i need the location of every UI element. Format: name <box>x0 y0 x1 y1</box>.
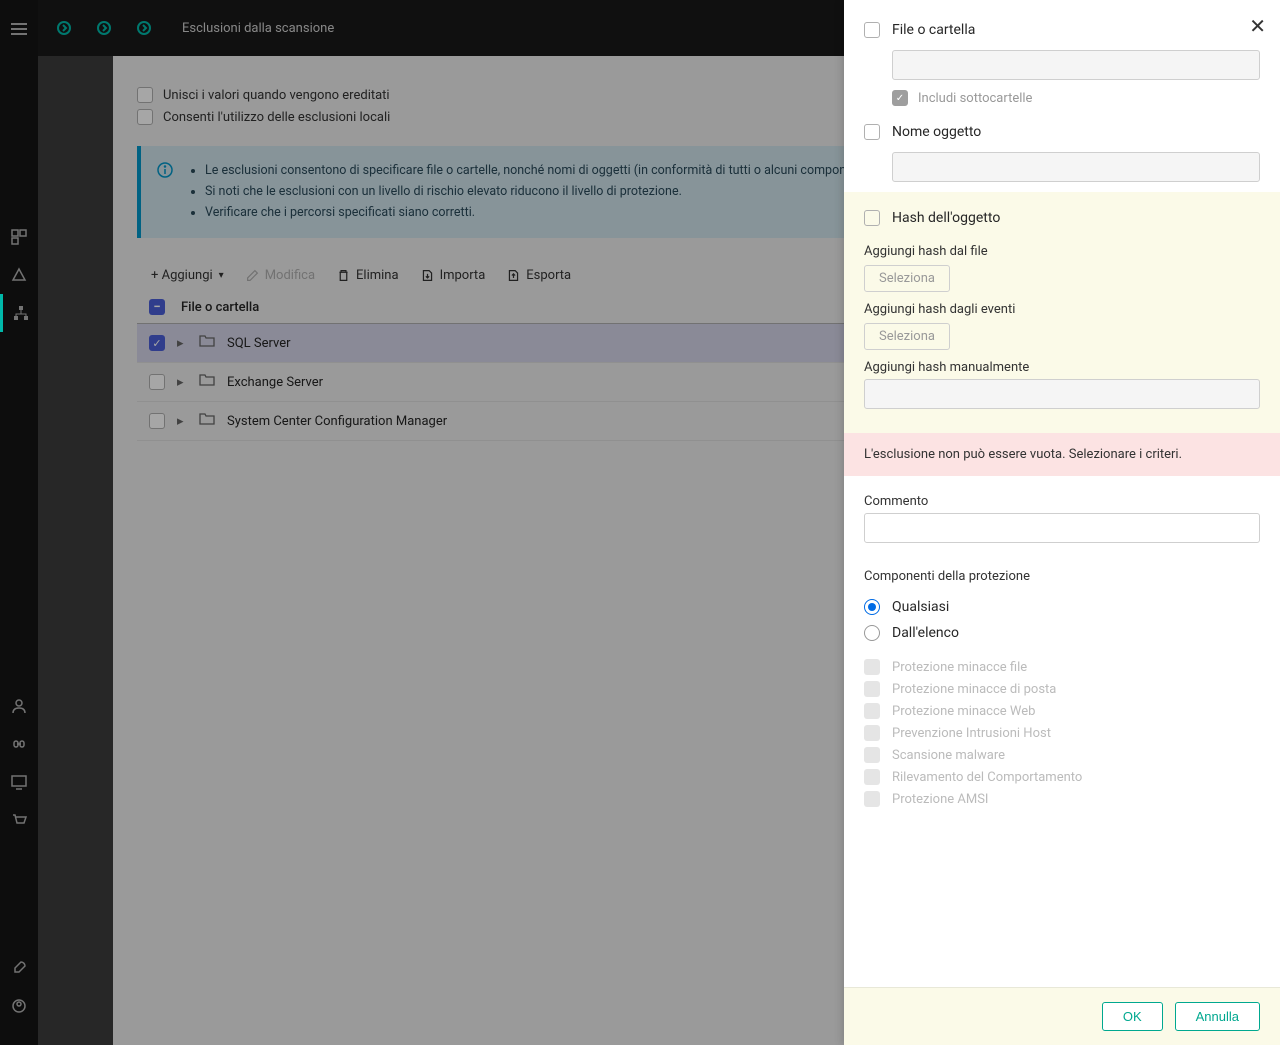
checkbox-icon <box>864 769 880 785</box>
radio-icon[interactable] <box>864 625 880 641</box>
comment-label: Commento <box>864 494 1260 509</box>
select-events-button[interactable]: Seleziona <box>864 323 950 350</box>
section-label: Aggiungi hash dagli eventi <box>864 302 1260 317</box>
object-name-input[interactable] <box>892 152 1260 182</box>
option-label: Nome oggetto <box>892 124 981 140</box>
side-panel: ✕ File o cartella ✓ Includi sottocartell… <box>844 0 1280 1045</box>
menu-icon[interactable] <box>0 10 38 48</box>
radio-label: Qualsiasi <box>892 599 949 615</box>
component-item: Rilevamento del Comportamento <box>864 766 1260 788</box>
monitor-icon[interactable] <box>0 763 38 801</box>
radio-icon[interactable] <box>864 599 880 615</box>
user-icon[interactable] <box>0 687 38 725</box>
radio-from-list[interactable]: Dall'elenco <box>864 620 1260 646</box>
option-label: File o cartella <box>892 22 975 38</box>
hash-section: Hash dell'oggetto Aggiungi hash dal file… <box>844 192 1280 433</box>
radio-any[interactable]: Qualsiasi <box>864 594 1260 620</box>
checkbox-icon <box>864 703 880 719</box>
option-label: Hash dell'oggetto <box>892 210 1000 226</box>
checkbox-icon[interactable] <box>864 22 880 38</box>
alert-icon[interactable] <box>0 256 38 294</box>
ok-button[interactable]: OK <box>1102 1002 1163 1031</box>
include-subfolders-option: ✓ Includi sottocartelle <box>892 90 1260 106</box>
component-item: Prevenzione Intrusioni Host <box>864 722 1260 744</box>
object-hash-option[interactable]: Hash dell'oggetto <box>864 200 1260 234</box>
panel-footer: OK Annulla <box>844 987 1280 1045</box>
option-label: Includi sottocartelle <box>918 91 1032 106</box>
checkbox-icon <box>864 659 880 675</box>
object-name-option[interactable]: Nome oggetto <box>864 114 1260 148</box>
cart-icon[interactable] <box>0 801 38 839</box>
component-item: Protezione minacce di posta <box>864 678 1260 700</box>
checkbox-icon <box>864 747 880 763</box>
section-label: Aggiungi hash manualmente <box>864 360 1260 375</box>
checkbox-icon: ✓ <box>892 90 908 106</box>
components-list: Protezione minacce file Protezione minac… <box>864 656 1260 810</box>
comment-input[interactable] <box>864 513 1260 543</box>
dashboard-icon[interactable] <box>0 218 38 256</box>
hash-manual-input[interactable] <box>864 379 1260 409</box>
checkbox-icon <box>864 791 880 807</box>
wrench-icon[interactable] <box>0 949 38 987</box>
component-item: Protezione minacce file <box>864 656 1260 678</box>
close-icon[interactable]: ✕ <box>1249 14 1266 38</box>
account-icon[interactable] <box>0 987 38 1025</box>
nav-sidebar <box>0 0 38 1045</box>
radio-label: Dall'elenco <box>892 625 959 641</box>
cancel-button[interactable]: Annulla <box>1175 1002 1260 1031</box>
select-file-button[interactable]: Seleziona <box>864 265 950 292</box>
section-label: Aggiungi hash dal file <box>864 244 1260 259</box>
checkbox-icon[interactable] <box>864 210 880 226</box>
component-item: Protezione minacce Web <box>864 700 1260 722</box>
checkbox-icon[interactable] <box>864 124 880 140</box>
file-path-input[interactable] <box>892 50 1260 80</box>
hierarchy-icon[interactable] <box>0 294 38 332</box>
checkbox-icon <box>864 681 880 697</box>
component-item: Protezione AMSI <box>864 788 1260 810</box>
component-item: Scansione malware <box>864 744 1260 766</box>
file-or-folder-option[interactable]: File o cartella <box>864 12 1260 46</box>
link-icon[interactable] <box>0 725 38 763</box>
error-banner: L'esclusione non può essere vuota. Selez… <box>844 433 1280 476</box>
components-title: Componenti della protezione <box>864 569 1260 584</box>
checkbox-icon <box>864 725 880 741</box>
